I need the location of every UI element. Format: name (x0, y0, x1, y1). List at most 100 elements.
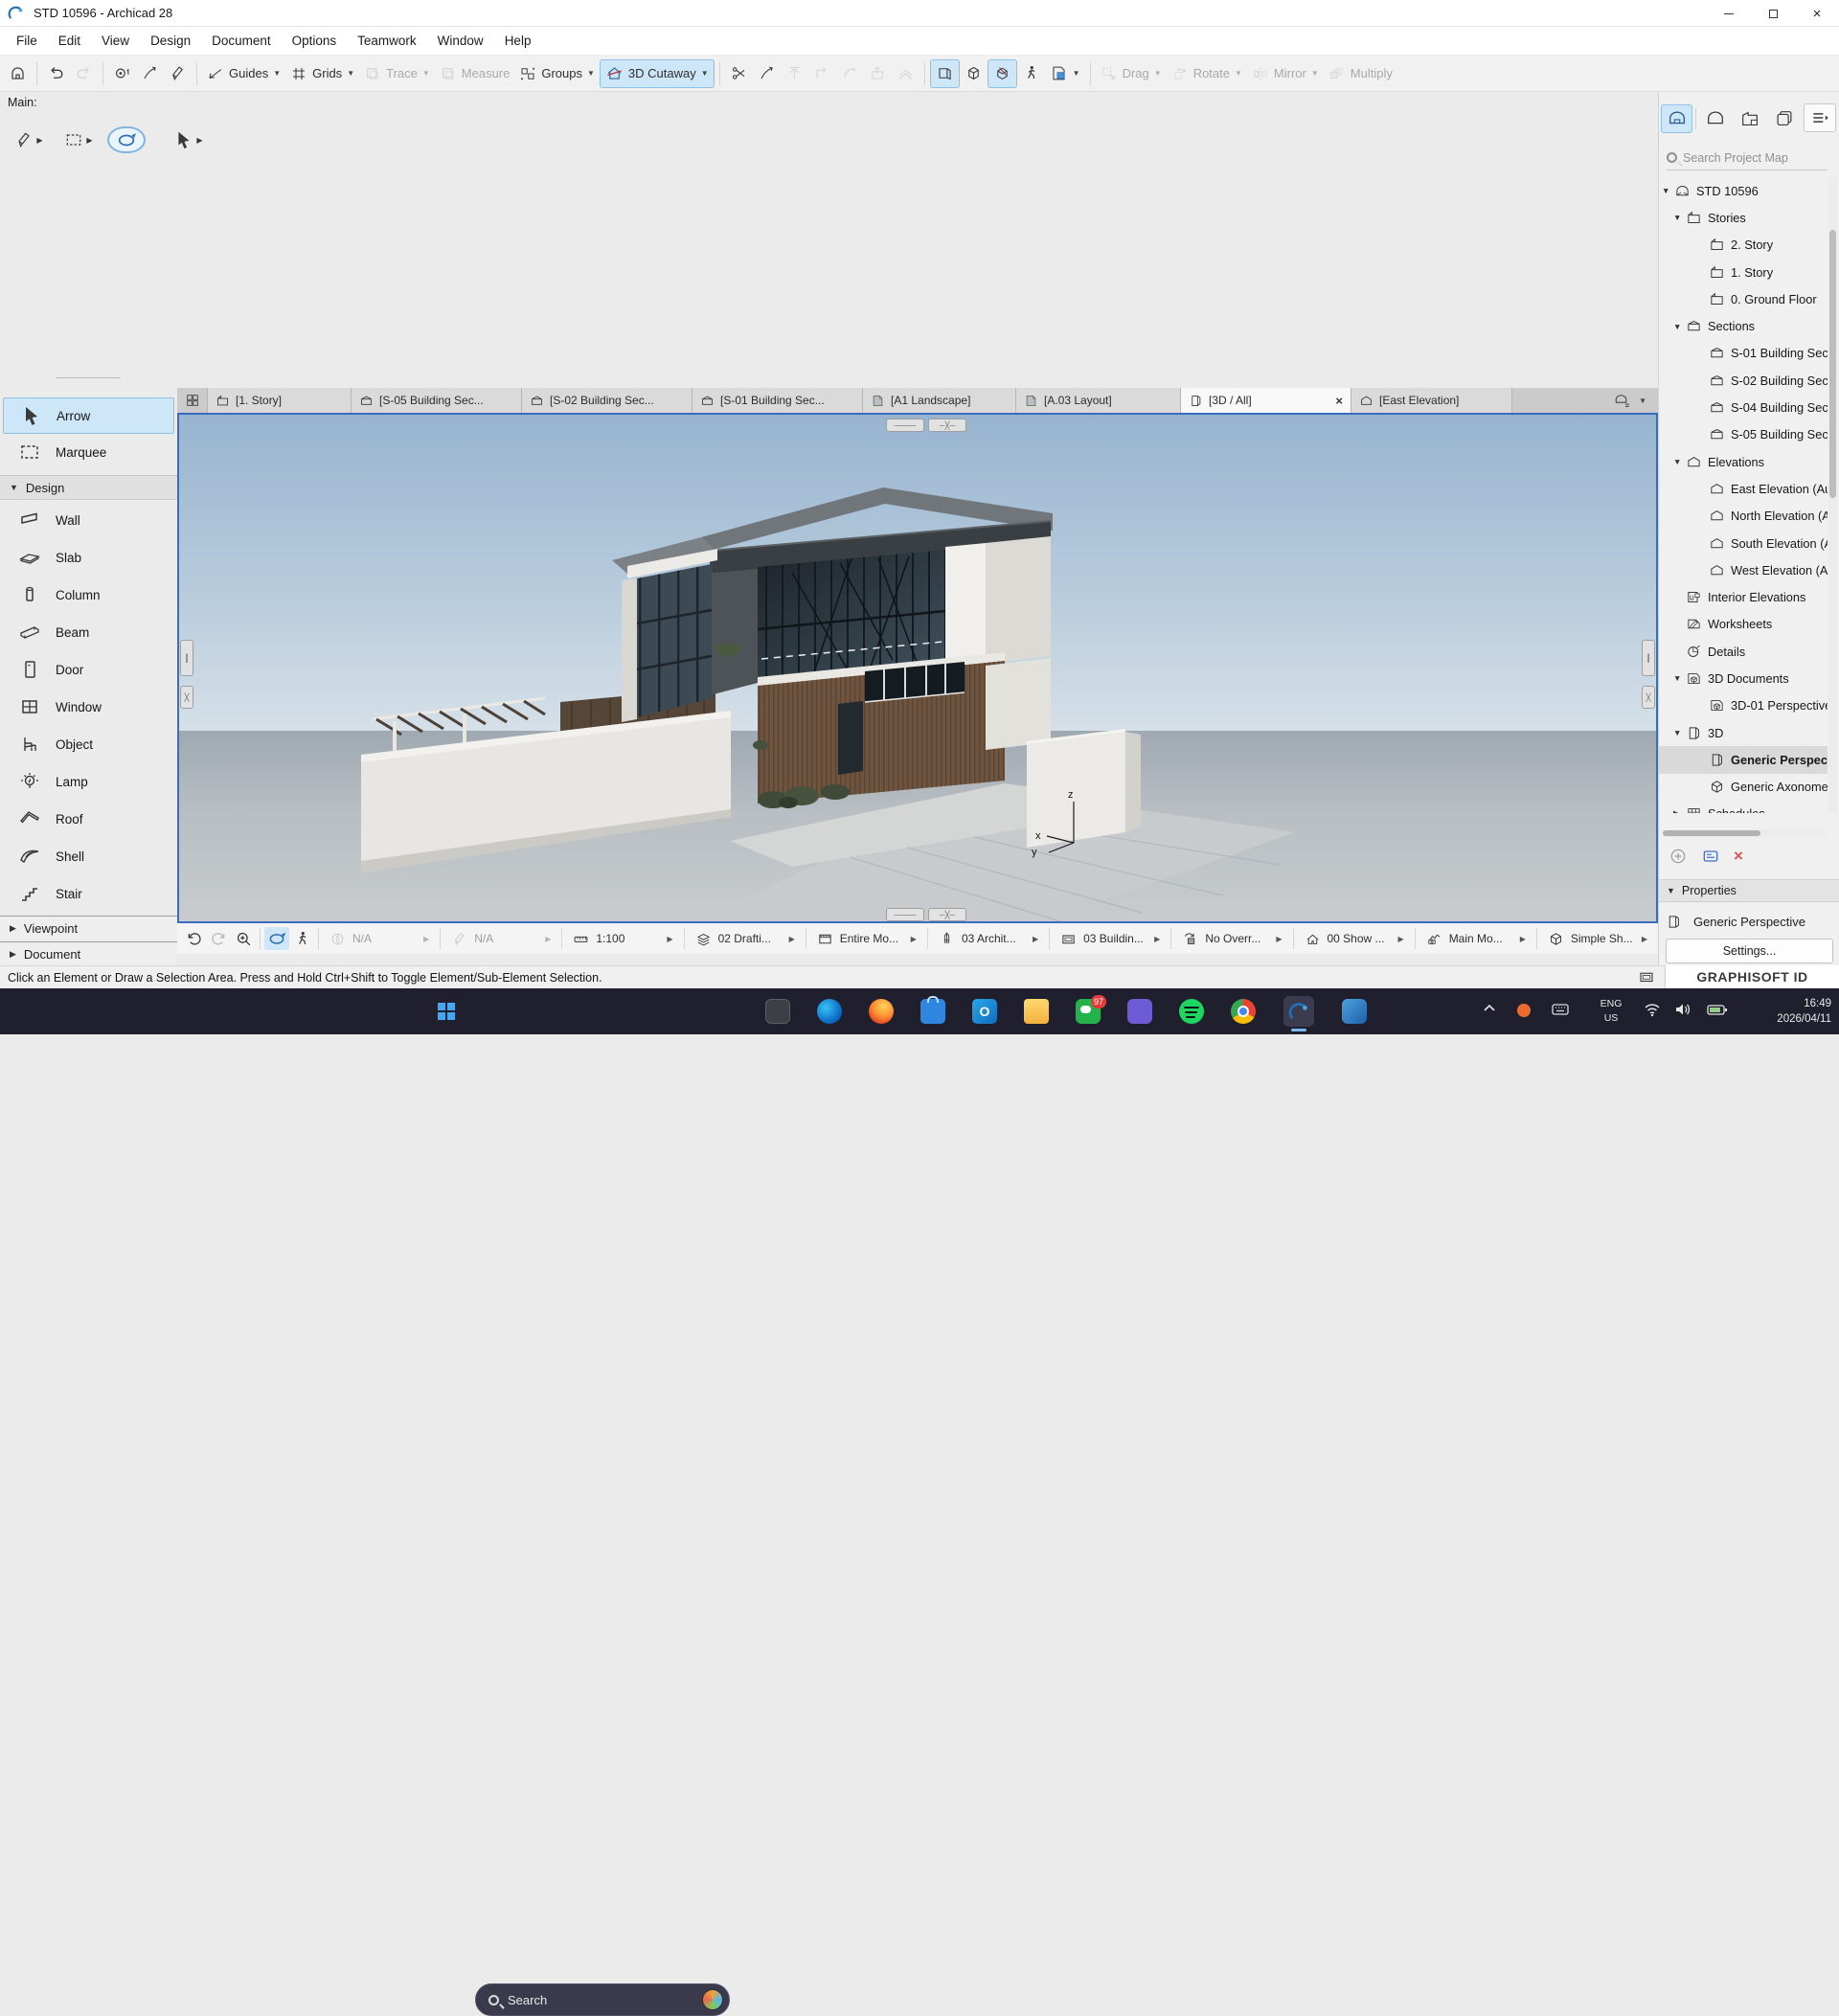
menu-window[interactable]: Window (427, 27, 494, 55)
speaker-icon[interactable] (1674, 1002, 1691, 1017)
cutaway-button[interactable]: 3D Cutaway▼ (600, 59, 715, 88)
tool-shell[interactable]: Shell (3, 838, 174, 874)
left-scrollbar-handle[interactable]: ┃ (180, 640, 193, 676)
top-splitter-handle[interactable]: ─╳─ (928, 419, 966, 432)
tool-roof[interactable]: Roof (3, 801, 174, 837)
multiply-button[interactable]: Multiply (1324, 59, 1397, 88)
taskbar-app-edge[interactable] (814, 996, 845, 1027)
scrollbar-thumb[interactable] (1663, 830, 1760, 836)
show-3d-button[interactable] (930, 59, 960, 88)
arrow-quick-button[interactable]: ▶ (167, 125, 209, 155)
drag-button[interactable]: Drag▼ (1096, 59, 1167, 88)
orbit-quick-button[interactable] (107, 126, 146, 153)
taskbar-app-desktop[interactable] (762, 996, 793, 1027)
taskbar-app-outlook[interactable]: O (969, 996, 1000, 1027)
scrollbar-thumb[interactable] (1829, 230, 1836, 498)
toolbox-section-viewpoint[interactable]: ▶Viewpoint (0, 916, 177, 940)
tab-a1-landscape[interactable]: [A1 Landscape] (863, 388, 1016, 413)
tree-item-south-elevation[interactable]: South Elevation (Aut (1659, 530, 1828, 556)
taskbar-app-firefox[interactable] (866, 996, 897, 1027)
tool-stair[interactable]: Stair (3, 875, 174, 912)
minimize-button[interactable] (1707, 0, 1751, 27)
tree-item-2-story[interactable]: 2. Story (1659, 232, 1828, 259)
tab-s01-section[interactable]: [S-01 Building Sec... (692, 388, 863, 413)
bottom-scrollbar-handle[interactable]: ──── (886, 908, 924, 921)
tab-overview-button[interactable] (177, 388, 208, 413)
tool-marquee[interactable]: Marquee (3, 434, 174, 470)
orientation-selector[interactable]: N/A▶ (323, 931, 436, 947)
start-button[interactable] (431, 996, 462, 1027)
tree-horizontal-scrollbar[interactable] (1663, 829, 1826, 837)
tree-item-details[interactable]: Details (1659, 638, 1828, 665)
tray-app-icon[interactable] (1517, 1004, 1531, 1017)
taskbar-app-explorer[interactable] (1021, 996, 1052, 1027)
trace-button[interactable]: Trace▼ (359, 59, 435, 88)
taskbar-clock[interactable]: 16:49 2026/04/11 (1741, 996, 1831, 1027)
graphic-override-selector[interactable]: No Overr...▶ (1175, 931, 1288, 947)
tree-vertical-scrollbar[interactable] (1828, 177, 1837, 813)
tree-item-west-elevation[interactable]: West Elevation (Auto (1659, 556, 1828, 583)
rotate-button[interactable]: Rotate▼ (1167, 59, 1247, 88)
language-indicator[interactable]: ENG US (1592, 997, 1630, 1025)
tool-slab[interactable]: Slab (3, 539, 174, 576)
find-select-button[interactable] (108, 59, 136, 88)
taskbar-search[interactable]: Search (475, 1983, 730, 2016)
properties-section-header[interactable]: ▼Properties (1659, 879, 1839, 902)
tab-a03-layout[interactable]: [A.03 Layout] (1016, 388, 1181, 413)
crop-button[interactable] (864, 59, 892, 88)
marquee-quick-button[interactable]: ▶ (57, 125, 100, 155)
model-view-options-selector[interactable]: 03 Buildin...▶ (1054, 931, 1167, 947)
tree-item-s05[interactable]: S-05 Building Sectio (1659, 421, 1828, 448)
fillet-button[interactable] (836, 59, 864, 88)
project-map-button[interactable] (1661, 104, 1692, 133)
maximize-button[interactable] (1751, 0, 1795, 27)
menu-design[interactable]: Design (140, 27, 201, 55)
3d-document-button[interactable]: ▼ (1045, 59, 1085, 88)
left-splitter-handle[interactable]: ╳ (180, 686, 193, 709)
guides-button[interactable]: Guides▼ (202, 59, 285, 88)
camera-selector[interactable]: Main Mo...▶ (1419, 931, 1532, 947)
project-map-search[interactable] (1667, 146, 1828, 170)
menu-document[interactable]: Document (201, 27, 282, 55)
delete-icon[interactable]: × (1734, 847, 1743, 866)
groups-button[interactable]: Groups▼ (514, 59, 600, 88)
tree-item-generic-perspective[interactable]: Generic Perspective (1659, 746, 1828, 773)
tree-item-sections[interactable]: ▼Sections (1659, 312, 1828, 339)
tree-item-ground-floor[interactable]: 0. Ground Floor (1659, 285, 1828, 312)
show-cutaway-button[interactable] (988, 59, 1017, 88)
properties-card-icon[interactable] (1701, 847, 1720, 866)
tool-door[interactable]: Door (3, 651, 174, 688)
wifi-icon[interactable] (1644, 1002, 1661, 1017)
renovation-filter-selector[interactable]: 00 Show ...▶ (1298, 931, 1411, 947)
zoom-in-button[interactable] (231, 927, 256, 950)
undo-button[interactable] (42, 59, 70, 88)
tree-item-3d01-perspective[interactable]: 3D-01 Perspective ( (1659, 692, 1828, 719)
tree-item-generic-axonometry[interactable]: Generic Axonometry (1659, 774, 1828, 801)
tree-item-north-elevation[interactable]: North Elevation (Aut (1659, 503, 1828, 530)
structure-display-selector[interactable]: Entire Mo...▶ (810, 931, 923, 947)
tree-item-elevations[interactable]: ▼Elevations (1659, 448, 1828, 475)
tree-item-s01[interactable]: S-01 Building Sectio (1659, 340, 1828, 367)
tree-item-schedules[interactable]: ▶Schedules (1659, 801, 1828, 813)
right-splitter-handle[interactable]: ╳ (1642, 686, 1655, 709)
tab-s02-section[interactable]: [S-02 Building Sec... (522, 388, 692, 413)
orbit-button[interactable] (264, 927, 289, 950)
publisher-button[interactable] (1768, 104, 1800, 133)
menu-help[interactable]: Help (494, 27, 542, 55)
inject-parameters-button[interactable] (164, 59, 192, 88)
menu-file[interactable]: File (6, 27, 48, 55)
redo-button[interactable] (70, 59, 98, 88)
taskbar-app-archicad[interactable] (1283, 996, 1314, 1027)
battery-icon[interactable] (1707, 1002, 1728, 1017)
tree-item-s04[interactable]: S-04 Building Sectio (1659, 394, 1828, 420)
menu-edit[interactable]: Edit (48, 27, 91, 55)
elevate-button[interactable] (781, 59, 808, 88)
tree-item-1-story[interactable]: 1. Story (1659, 259, 1828, 285)
tray-expand-icon[interactable] (1483, 1002, 1496, 1015)
taskbar-app-spotify[interactable] (1176, 996, 1207, 1027)
close-tab-icon[interactable]: × (1335, 394, 1343, 408)
tray-keyboard-icon[interactable] (1552, 1002, 1569, 1017)
wall-tool-quick-button[interactable]: ▶ (8, 125, 50, 155)
crop-roof-button[interactable] (892, 59, 920, 88)
add-circle-icon[interactable] (1669, 847, 1688, 866)
